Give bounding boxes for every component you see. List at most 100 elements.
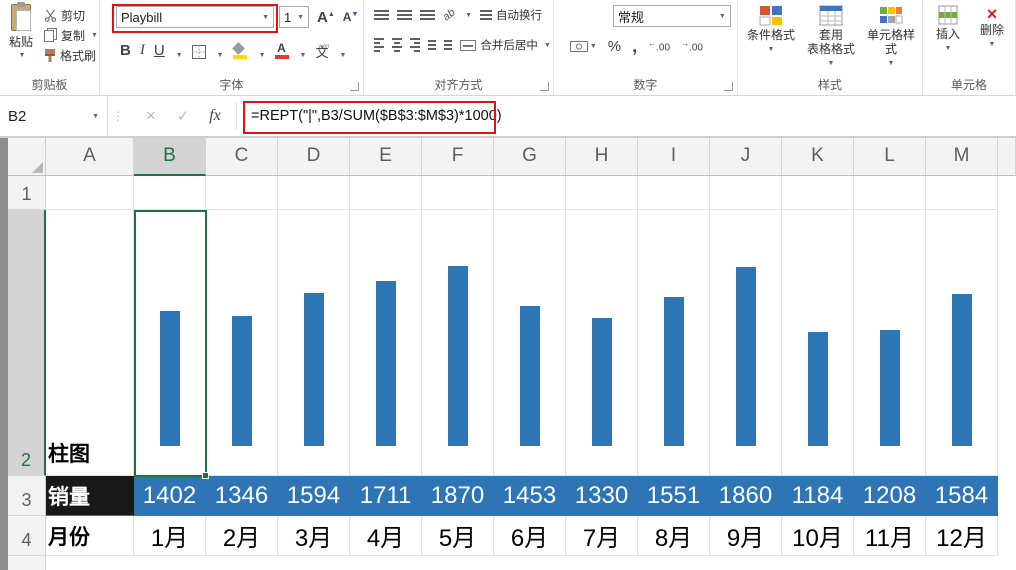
cell-I2[interactable]	[638, 210, 710, 476]
cell-L4[interactable]: 11月	[854, 516, 926, 556]
chevron-down-icon[interactable]: ▼	[339, 52, 346, 59]
format-painter-button[interactable]: 格式刷	[44, 47, 98, 63]
cell-F2[interactable]	[422, 210, 494, 476]
row-header-4[interactable]: 4	[8, 516, 46, 556]
row-header-1[interactable]: 1	[8, 176, 46, 210]
cell-M4[interactable]: 12月	[926, 516, 998, 556]
font-size-combobox[interactable]: 1 ▼	[279, 6, 309, 28]
cell-G4[interactable]: 6月	[494, 516, 566, 556]
row-header-2[interactable]: 2	[8, 210, 46, 476]
cell-L3[interactable]: 1208	[854, 476, 926, 516]
column-header-A[interactable]: A	[46, 138, 134, 176]
column-header-J[interactable]: J	[710, 138, 782, 176]
align-top-icon[interactable]	[373, 10, 389, 20]
chevron-down-icon[interactable]: ▼	[465, 12, 472, 19]
cell-styles-button[interactable]: 单元格样式 ▼	[862, 4, 920, 71]
chevron-down-icon[interactable]: ▼	[300, 52, 307, 59]
shrink-font-button[interactable]: A▼	[343, 10, 359, 24]
cell-J3[interactable]: 1860	[710, 476, 782, 516]
cell-H3[interactable]: 1330	[566, 476, 638, 516]
insert-function-button[interactable]: fx	[202, 96, 228, 136]
cell-B1[interactable]	[134, 176, 206, 210]
cell-B2[interactable]	[134, 210, 206, 476]
increase-indent-icon[interactable]	[444, 40, 453, 50]
paste-button[interactable]: 粘贴 ▼	[4, 2, 38, 79]
percent-style-button[interactable]: %	[608, 38, 621, 55]
cell-A3[interactable]: 销量	[46, 476, 134, 516]
cell-G1[interactable]	[494, 176, 566, 210]
align-right-icon[interactable]	[410, 38, 421, 52]
delete-cells-button[interactable]: × 删除 ▼	[971, 4, 1013, 56]
cell-M3[interactable]: 1584	[926, 476, 998, 516]
fill-color-button[interactable]	[233, 43, 248, 59]
cell-D4[interactable]: 3月	[278, 516, 350, 556]
wrap-text-button[interactable]: 自动换行	[480, 7, 542, 23]
merge-center-button[interactable]: 合并后居中 ▼	[460, 37, 551, 53]
cell-H4[interactable]: 7月	[566, 516, 638, 556]
cell-A4[interactable]: 月份	[46, 516, 134, 556]
underline-button[interactable]: U	[154, 42, 165, 59]
orientation-button[interactable]: ab	[440, 7, 457, 24]
copy-button[interactable]: 复制 ▼	[44, 27, 98, 43]
italic-button[interactable]: I	[140, 42, 145, 59]
column-header-C[interactable]: C	[206, 138, 278, 176]
select-all-corner[interactable]	[8, 138, 46, 176]
cell-D1[interactable]	[278, 176, 350, 210]
cell-C2[interactable]	[206, 210, 278, 476]
cell-H1[interactable]	[566, 176, 638, 210]
cell-M1[interactable]	[926, 176, 998, 210]
column-header-D[interactable]: D	[278, 138, 350, 176]
formula-bar-splitter[interactable]: ⋮	[112, 96, 124, 136]
column-header-M[interactable]: M	[926, 138, 998, 176]
font-color-button[interactable]: A	[274, 42, 289, 59]
align-middle-icon[interactable]	[396, 10, 412, 20]
align-left-icon[interactable]	[373, 38, 384, 52]
cell-B4[interactable]: 1月	[134, 516, 206, 556]
align-center-icon[interactable]	[391, 38, 403, 52]
cell-F4[interactable]: 5月	[422, 516, 494, 556]
cell-A1[interactable]	[46, 176, 134, 210]
cell-C3[interactable]: 1346	[206, 476, 278, 516]
format-as-table-button[interactable]: 套用 表格格式 ▼	[802, 4, 860, 71]
cell-K2[interactable]	[782, 210, 854, 476]
column-header-I[interactable]: I	[638, 138, 710, 176]
cell-E2[interactable]	[350, 210, 422, 476]
cell-E1[interactable]	[350, 176, 422, 210]
cell-D2[interactable]	[278, 210, 350, 476]
conditional-formatting-button[interactable]: 条件格式 ▼	[742, 4, 800, 71]
cell-K4[interactable]: 10月	[782, 516, 854, 556]
cell-G3[interactable]: 1453	[494, 476, 566, 516]
chevron-down-icon[interactable]: ▼	[217, 52, 224, 59]
chevron-down-icon[interactable]: ▼	[259, 52, 266, 59]
decrease-decimal-button[interactable]: →.00	[681, 39, 703, 53]
cell-J4[interactable]: 9月	[710, 516, 782, 556]
cut-button[interactable]: 剪切	[44, 7, 98, 23]
column-header-K[interactable]: K	[782, 138, 854, 176]
column-header-B[interactable]: B	[134, 138, 206, 176]
enter-button[interactable]: ✓	[170, 96, 196, 136]
borders-icon[interactable]	[191, 45, 206, 59]
insert-cells-button[interactable]: 插入 ▼	[927, 4, 969, 56]
cell-K1[interactable]	[782, 176, 854, 210]
row-header-3[interactable]: 3	[8, 476, 46, 516]
grow-font-button[interactable]: A▲	[317, 9, 335, 26]
cell-I3[interactable]: 1551	[638, 476, 710, 516]
cell-C4[interactable]: 2月	[206, 516, 278, 556]
name-box[interactable]: B2 ▼	[0, 96, 108, 136]
cell-C1[interactable]	[206, 176, 278, 210]
align-bottom-icon[interactable]	[419, 10, 435, 20]
cell-H2[interactable]	[566, 210, 638, 476]
formula-input[interactable]: =REPT("|",B3/SUM($B$3:$M$3)*1000)	[251, 96, 502, 136]
cell-J2[interactable]	[710, 210, 782, 476]
cell-F3[interactable]: 1870	[422, 476, 494, 516]
increase-decimal-button[interactable]: ←.00	[648, 39, 670, 53]
cell-K3[interactable]: 1184	[782, 476, 854, 516]
cell-I4[interactable]: 8月	[638, 516, 710, 556]
cell-L2[interactable]	[854, 210, 926, 476]
cancel-button[interactable]: ×	[138, 96, 164, 136]
cell-G2[interactable]	[494, 210, 566, 476]
cell-I1[interactable]	[638, 176, 710, 210]
decrease-indent-icon[interactable]	[428, 40, 437, 50]
column-header-G[interactable]: G	[494, 138, 566, 176]
font-name-combobox[interactable]: Playbill ▼	[116, 6, 274, 28]
